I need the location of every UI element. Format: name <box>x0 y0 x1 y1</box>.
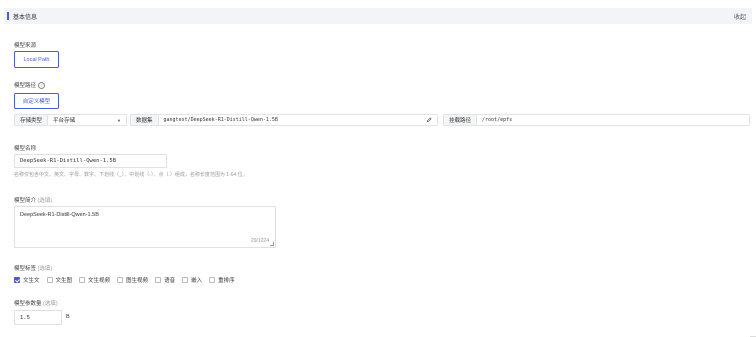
model-name-help: 名称仅包含中文、英文、字母、数字、下划线（_）、中划线（-）、点（.）组成，名称… <box>14 172 248 178</box>
model-params-label-text: 模型参数量 <box>14 301 42 307</box>
tag-option[interactable]: 文生文 <box>14 276 40 284</box>
tag-option[interactable]: 文生视频 <box>79 276 110 284</box>
checkbox-checked-icon[interactable] <box>14 277 20 283</box>
caret-down-icon: ▼ <box>117 117 121 123</box>
checkbox-icon[interactable] <box>117 277 124 283</box>
tag-option[interactable]: 图生视频 <box>117 276 148 284</box>
model-tags-label-text: 模型标签 <box>14 266 37 272</box>
resize-grip-icon[interactable] <box>270 242 274 246</box>
mount-path-addon: 挂载路径 <box>444 115 478 125</box>
model-name-value: DeepSeek-R1-Distill-Qwen-1.5B <box>20 158 117 164</box>
custom-model-button[interactable]: 自定义模型 <box>14 93 59 109</box>
local-path-button[interactable]: Local Path <box>14 51 59 68</box>
model-tags-checkbox-group: 文生文 文生图 文生视频 图生视频 语音 嵌入 重排序 <box>14 276 242 284</box>
tag-label: 文生视频 <box>88 278 111 284</box>
tag-option[interactable]: 重排序 <box>209 276 235 284</box>
mount-path-field[interactable]: 挂载路径 /root/epfs <box>443 114 750 126</box>
tag-label: 图生视频 <box>126 278 149 284</box>
checkbox-icon[interactable] <box>79 277 86 283</box>
dataset-field[interactable]: 数据集 gangtest/DeepSeek-R1-Distill-Qwen-1.… <box>130 114 438 126</box>
checkbox-icon[interactable] <box>46 277 53 283</box>
model-path-label: 模型路径? <box>14 81 46 90</box>
model-name-input[interactable]: DeepSeek-R1-Distill-Qwen-1.5B <box>14 154 167 168</box>
tag-option[interactable]: 嵌入 <box>182 276 202 284</box>
mount-path-value: /root/epfs <box>482 117 513 123</box>
collapse-link[interactable]: 收起 <box>734 12 746 21</box>
edit-icon[interactable] <box>426 117 432 123</box>
model-intro-value: DeepSeek-R1-Distill-Qwen-1.5B <box>20 212 99 218</box>
model-intro-textarea[interactable]: DeepSeek-R1-Distill-Qwen-1.5B 29/1024 <box>14 206 276 248</box>
model-params-input[interactable]: 1.5 <box>14 310 62 325</box>
dataset-addon: 数据集 <box>131 115 159 125</box>
model-params-optional: (选填) <box>43 301 58 307</box>
model-intro-label-text: 模型简介 <box>14 198 37 204</box>
model-intro-label: 模型简介 (选填) <box>14 196 52 204</box>
model-params-label: 模型参数量 (选填) <box>14 299 58 307</box>
model-tags-label: 模型标签 (选填) <box>14 264 52 272</box>
model-name-label: 模型名称 <box>14 146 37 152</box>
dataset-value: gangtest/DeepSeek-R1-Distill-Qwen-1.5B <box>163 117 278 123</box>
checkbox-icon[interactable] <box>155 277 162 283</box>
model-tags-optional: (选填) <box>37 266 53 272</box>
model-path-label-text: 模型路径 <box>14 83 37 89</box>
tag-option[interactable]: 文生图 <box>46 276 73 284</box>
model-intro-optional: (选填) <box>37 198 53 204</box>
storage-type-value: 平台存储 <box>53 118 76 124</box>
checkbox-icon[interactable] <box>209 277 216 283</box>
tag-label: 文生文 <box>23 278 40 284</box>
tag-label: 嵌入 <box>191 278 203 284</box>
tag-label: 语音 <box>164 278 176 284</box>
model-params-value: 1.5 <box>20 315 30 321</box>
storage-type-addon: 存储类型 <box>15 115 49 125</box>
storage-type-select[interactable]: 存储类型 平台存储 ▼ <box>14 114 127 126</box>
tag-label: 重排序 <box>218 278 235 284</box>
tag-label: 文生图 <box>55 278 73 284</box>
char-counter: 29/1024 <box>250 238 269 244</box>
tag-option[interactable]: 语音 <box>155 276 175 284</box>
section-accent-bar <box>7 12 9 20</box>
section-title: 基本信息 <box>13 14 38 21</box>
question-circle-icon[interactable]: ? <box>38 82 46 90</box>
model-source-label: 模型来源 <box>14 43 37 49</box>
checkbox-icon[interactable] <box>182 277 189 283</box>
model-params-unit: B <box>66 314 70 320</box>
section-header: 基本信息 收起 <box>4 8 752 24</box>
